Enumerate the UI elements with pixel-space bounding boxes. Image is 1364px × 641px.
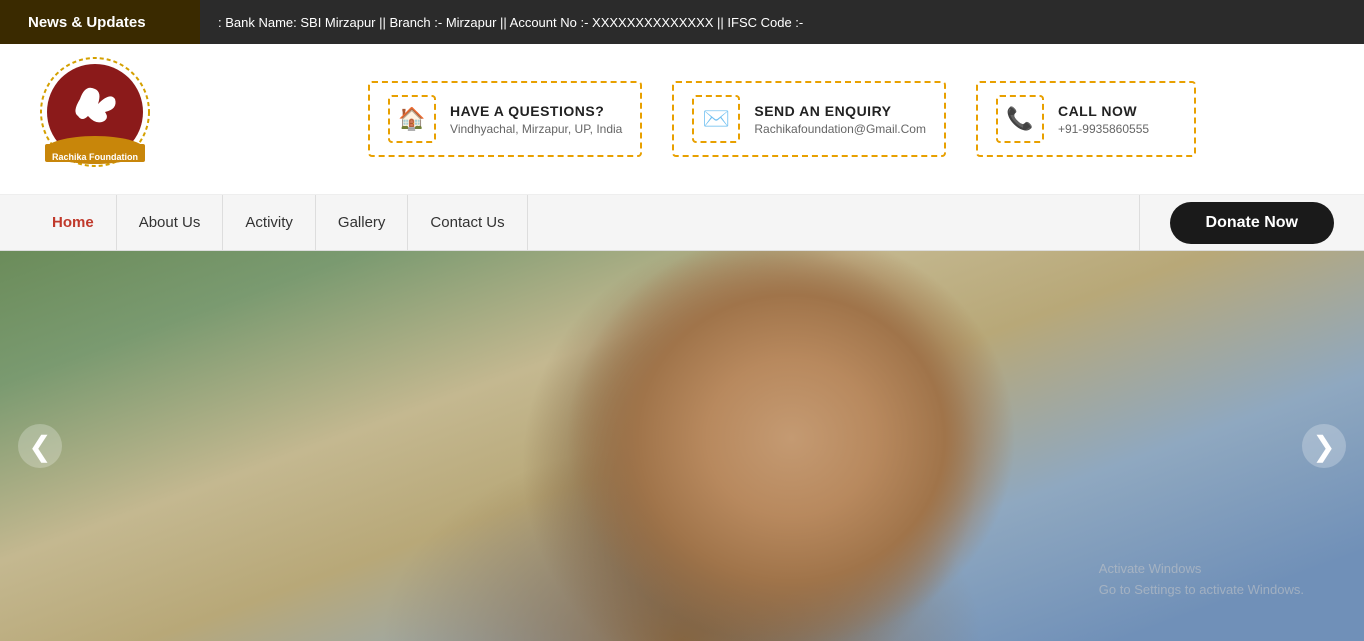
hero-prev-button[interactable]: ❮ xyxy=(18,424,62,468)
nav-item-contact[interactable]: Contact Us xyxy=(408,195,527,251)
logo: Rachika Foundation xyxy=(30,54,160,184)
contact-sub-3: +91-9935860555 xyxy=(1058,122,1149,136)
news-tab-label: News & Updates xyxy=(28,14,146,31)
news-updates-tab[interactable]: News & Updates xyxy=(0,0,200,44)
watermark-line1: Activate Windows xyxy=(1099,559,1304,580)
contact-box-phone: 📞 CALL NOW +91-9935860555 xyxy=(976,81,1196,157)
svg-text:Rachika Foundation: Rachika Foundation xyxy=(52,152,138,162)
contact-title-3: CALL NOW xyxy=(1058,103,1149,119)
logo-area[interactable]: Rachika Foundation xyxy=(30,54,230,184)
watermark-text: Activate Windows Go to Settings to activ… xyxy=(1099,559,1304,601)
header-contacts: 🏠 HAVE A QUESTIONS? Vindhyachal, Mirzapu… xyxy=(230,81,1334,157)
contact-title-1: HAVE A QUESTIONS? xyxy=(450,103,622,119)
site-header: Rachika Foundation 🏠 HAVE A QUESTIONS? V… xyxy=(0,44,1364,195)
nav-item-about[interactable]: About Us xyxy=(117,195,224,251)
nav-item-home[interactable]: Home xyxy=(30,195,117,251)
envelope-icon: ✉️ xyxy=(692,95,740,143)
contact-title-2: SEND AN ENQUIRY xyxy=(754,103,926,119)
donate-now-button[interactable]: Donate Now xyxy=(1170,202,1334,244)
contact-sub-2: Rachikafoundation@Gmail.Com xyxy=(754,122,926,136)
hero-next-button[interactable]: ❯ xyxy=(1302,424,1346,468)
top-bar: News & Updates : Bank Name: SBI Mirzapur… xyxy=(0,0,1364,44)
ticker-text: : Bank Name: SBI Mirzapur || Branch :- M… xyxy=(200,15,803,30)
watermark-line2: Go to Settings to activate Windows. xyxy=(1099,580,1304,601)
contact-sub-1: Vindhyachal, Mirzapur, UP, India xyxy=(450,122,622,136)
nav-item-activity[interactable]: Activity xyxy=(223,195,316,251)
contact-box-address: 🏠 HAVE A QUESTIONS? Vindhyachal, Mirzapu… xyxy=(368,81,642,157)
nav-links: Home About Us Activity Gallery Contact U… xyxy=(30,195,1140,251)
main-navbar: Home About Us Activity Gallery Contact U… xyxy=(0,195,1364,251)
home-icon: 🏠 xyxy=(388,95,436,143)
contact-box-email: ✉️ SEND AN ENQUIRY Rachikafoundation@Gma… xyxy=(672,81,946,157)
nav-divider xyxy=(528,195,1140,251)
phone-icon: 📞 xyxy=(996,95,1044,143)
hero-section: ❮ ❯ Activate Windows Go to Settings to a… xyxy=(0,251,1364,641)
nav-item-gallery[interactable]: Gallery xyxy=(316,195,409,251)
